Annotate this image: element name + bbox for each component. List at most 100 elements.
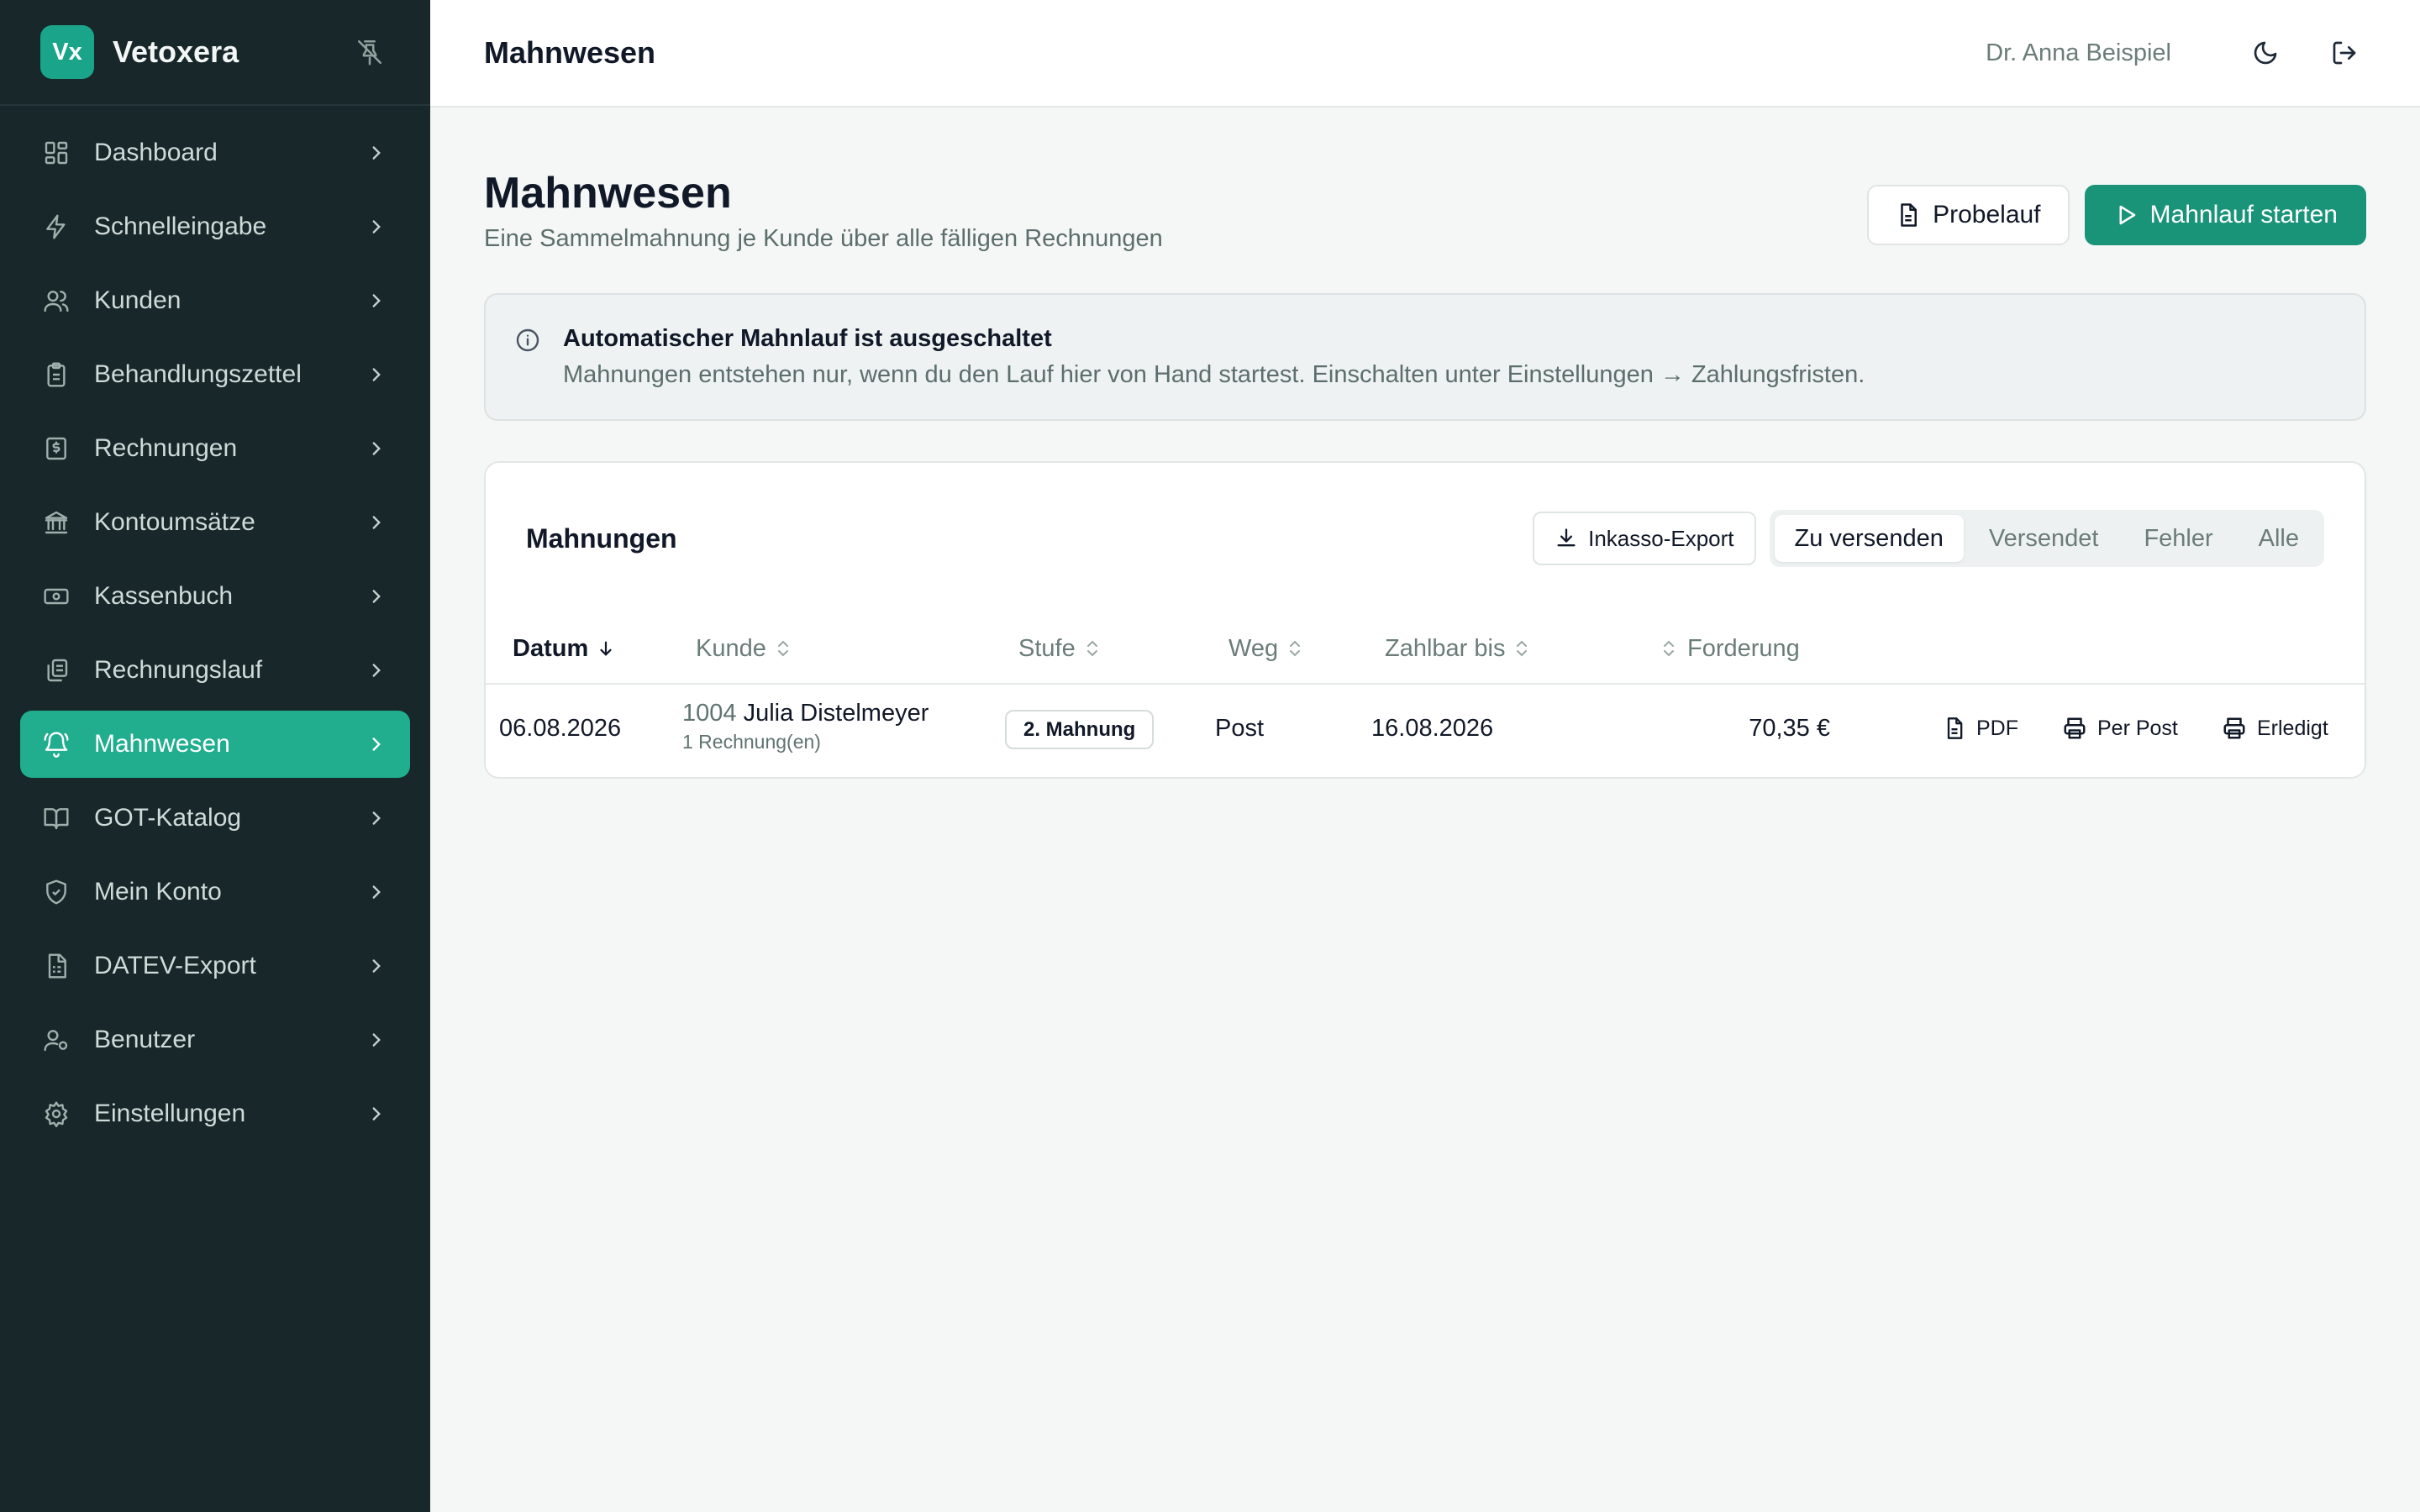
- sidebar-item-label: GOT-Katalog: [94, 804, 242, 832]
- logout-icon: [2331, 39, 2358, 66]
- lightning-icon: [42, 213, 71, 241]
- tab-alle[interactable]: Alle: [2238, 515, 2319, 562]
- sidebar-item-got-katalog[interactable]: GOT-Katalog: [20, 785, 410, 852]
- cell-zahlbar-bis: 16.08.2026: [1371, 714, 1494, 742]
- sidebar-item-einstellungen[interactable]: Einstellungen: [20, 1080, 410, 1147]
- sidebar-item-label: Mahnwesen: [94, 730, 230, 758]
- tab-fehler[interactable]: Fehler: [2123, 515, 2233, 562]
- chevron-right-icon: [365, 659, 388, 682]
- sort-icon: [1513, 638, 1532, 659]
- topbar: Mahnwesen Dr. Anna Beispiel: [430, 0, 2420, 108]
- tab-versendet[interactable]: Versendet: [1969, 515, 2119, 562]
- column-label: Weg: [1228, 634, 1279, 662]
- column-label: Datum: [513, 634, 589, 662]
- inkasso-export-label: Inkasso-Export: [1588, 525, 1734, 551]
- sidebar-item-kassenbuch[interactable]: Kassenbuch: [20, 563, 410, 630]
- status-tabs: Zu versenden Versendet Fehler Alle: [1769, 510, 2324, 567]
- sidebar-item-label: Kontoumsätze: [94, 508, 255, 536]
- mahnlauf-starten-button[interactable]: Mahnlauf starten: [2084, 185, 2366, 245]
- file-text-icon: [1896, 202, 1921, 228]
- sort-icon: [775, 638, 793, 659]
- sidebar-item-behandlungszettel[interactable]: Behandlungszettel: [20, 341, 410, 408]
- download-icon: [1555, 527, 1578, 550]
- file-text-icon: [1943, 717, 1966, 740]
- topbar-title: Mahnwesen: [484, 35, 656, 70]
- info-banner: Automatischer Mahnlauf ist ausgeschaltet…: [484, 293, 2366, 421]
- column-forderung[interactable]: Forderung: [1660, 635, 1800, 663]
- column-label: Stufe: [1018, 634, 1076, 662]
- cell-stufe: 2. Mahnung: [1005, 709, 1155, 749]
- info-text: Mahnungen entstehen nur, wenn du den Lau…: [563, 361, 1865, 388]
- per-post-button[interactable]: Per Post: [2062, 716, 2178, 741]
- chevron-right-icon: [365, 585, 388, 608]
- mahnlauf-starten-label: Mahnlauf starten: [2149, 201, 2338, 228]
- sidebar-item-dashboard[interactable]: Dashboard: [20, 119, 410, 186]
- cash-icon: [42, 582, 71, 611]
- sidebar-item-benutzer[interactable]: Benutzer: [20, 1006, 410, 1074]
- customer-number: 1004: [682, 700, 737, 727]
- brand-logo: Vx: [40, 25, 94, 79]
- sidebar-item-kunden[interactable]: Kunden: [20, 267, 410, 334]
- page-subtitle: Eine Sammelmahnung je Kunde über alle fä…: [484, 225, 1163, 252]
- pin-off-icon: [355, 38, 384, 66]
- sidebar-item-label: Behandlungszettel: [94, 360, 302, 388]
- bank-icon: [42, 508, 71, 537]
- sidebar-item-mein-konto[interactable]: Mein Konto: [20, 858, 410, 926]
- tab-zu-versenden[interactable]: Zu versenden: [1774, 515, 1964, 562]
- chevron-right-icon: [365, 1102, 388, 1126]
- erledigt-button[interactable]: Erledigt: [2222, 716, 2328, 741]
- printer-icon: [2222, 716, 2247, 741]
- chevron-right-icon: [365, 215, 388, 239]
- chevron-right-icon: [365, 732, 388, 756]
- sidebar-item-label: DATEV-Export: [94, 952, 256, 979]
- cell-weg: Post: [1215, 714, 1265, 742]
- sidebar-item-mahnwesen[interactable]: Mahnwesen: [20, 711, 410, 778]
- content: Mahnwesen Eine Sammelmahnung je Kunde üb…: [430, 108, 2420, 779]
- bell-icon: [42, 730, 71, 759]
- book-icon: [42, 804, 71, 832]
- theme-toggle-button[interactable]: [2244, 31, 2287, 75]
- sort-icon: [1084, 638, 1102, 659]
- per-post-label: Per Post: [2097, 716, 2178, 740]
- sidebar-item-kontoumsaetze[interactable]: Kontoumsätze: [20, 489, 410, 556]
- card-title: Mahnungen: [526, 522, 677, 554]
- pdf-label: PDF: [1976, 716, 2018, 740]
- copy-icon: [42, 656, 71, 685]
- moon-icon: [2252, 39, 2279, 66]
- probelauf-button[interactable]: Probelauf: [1867, 185, 2070, 245]
- column-stufe[interactable]: Stufe: [1018, 635, 1102, 663]
- sidebar-item-schnelleingabe[interactable]: Schnelleingabe: [20, 193, 410, 260]
- cell-kunde[interactable]: 1004 Julia Distelmeyer 1 Rechnung(en): [682, 700, 929, 753]
- info-title: Automatischer Mahnlauf ist ausgeschaltet: [563, 325, 1052, 352]
- sidebar-item-label: Kunden: [94, 286, 182, 314]
- dashboard-icon: [42, 139, 71, 167]
- stufe-badge: 2. Mahnung: [1005, 709, 1155, 749]
- column-weg[interactable]: Weg: [1228, 635, 1305, 663]
- user-name[interactable]: Dr. Anna Beispiel: [1986, 39, 2171, 67]
- chevron-right-icon: [365, 289, 388, 312]
- unpin-sidebar-button[interactable]: [350, 32, 390, 72]
- sidebar-item-label: Dashboard: [94, 139, 218, 166]
- table-row[interactable]: 06.08.2026 1004 Julia Distelmeyer 1 Rech…: [486, 685, 2365, 772]
- chevron-right-icon: [365, 141, 388, 165]
- column-datum[interactable]: Datum: [513, 635, 615, 663]
- sidebar-item-label: Rechnungen: [94, 434, 238, 462]
- pdf-button[interactable]: PDF: [1943, 717, 2018, 741]
- sidebar-item-rechnungen[interactable]: Rechnungen: [20, 415, 410, 482]
- column-kunde[interactable]: Kunde: [696, 635, 793, 663]
- page-title: Mahnwesen: [484, 169, 732, 218]
- invoice-icon: [42, 434, 71, 463]
- chevron-right-icon: [365, 954, 388, 978]
- main-area: Mahnwesen Dr. Anna Beispiel Mahnwesen Ei…: [430, 0, 2420, 1512]
- user-cog-icon: [42, 1026, 71, 1054]
- page-actions: Probelauf Mahnlauf starten: [1867, 185, 2366, 245]
- column-zahlbar-bis[interactable]: Zahlbar bis: [1385, 635, 1532, 663]
- brand-name: Vetoxera: [113, 34, 239, 69]
- sort-icon: [1660, 638, 1679, 659]
- inkasso-export-button[interactable]: Inkasso-Export: [1533, 512, 1756, 565]
- sidebar-item-label: Einstellungen: [94, 1100, 246, 1127]
- sidebar-item-rechnungslauf[interactable]: Rechnungslauf: [20, 637, 410, 704]
- column-label: Zahlbar bis: [1385, 634, 1506, 662]
- logout-button[interactable]: [2323, 31, 2366, 75]
- sidebar-item-datev-export[interactable]: DATEV-Export: [20, 932, 410, 1000]
